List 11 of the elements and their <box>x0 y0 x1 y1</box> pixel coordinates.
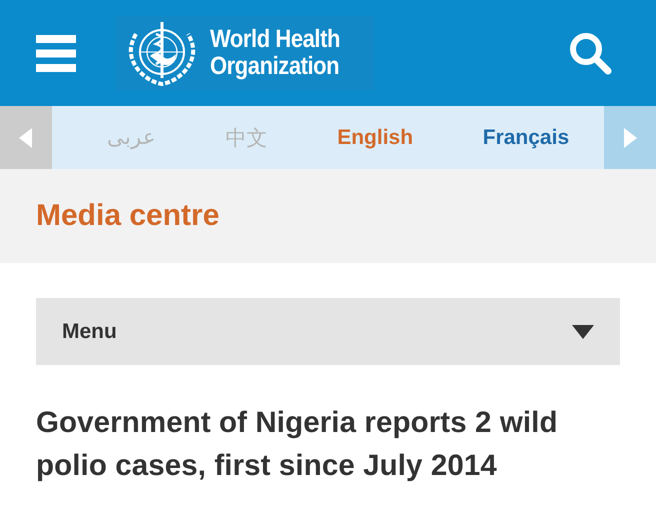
logo-text: World Health Organization <box>210 26 341 80</box>
menu-icon[interactable] <box>36 34 76 72</box>
section-title: Media centre <box>36 199 220 233</box>
language-link[interactable]: English <box>337 126 414 150</box>
logo[interactable]: World Health Organization <box>116 16 374 90</box>
article-headline: Government of Nigeria reports 2 wild polio cases, first since July 2014 <box>36 405 559 484</box>
language-link[interactable]: Français <box>482 126 570 150</box>
left-arrow-icon <box>19 128 33 148</box>
menu-dropdown[interactable]: Menu <box>36 298 620 365</box>
search-icon[interactable] <box>568 31 612 75</box>
right-arrow-icon <box>623 128 637 148</box>
